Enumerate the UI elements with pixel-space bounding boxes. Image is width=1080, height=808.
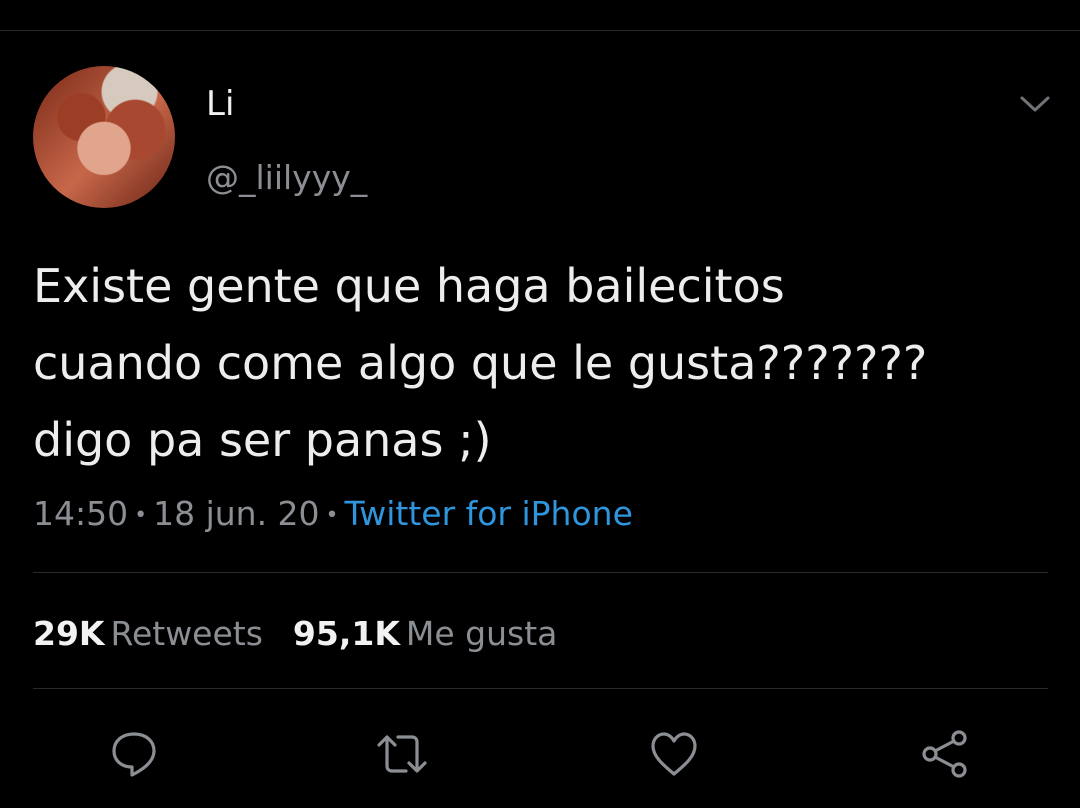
retweet-icon[interactable]: [376, 728, 428, 780]
tweet-time: 14:50: [33, 494, 129, 533]
tweet-line: Existe gente que haga bailecitos: [33, 259, 785, 313]
dot-separator: •: [325, 502, 339, 528]
divider: [33, 688, 1048, 689]
retweets-stat[interactable]: 29K Retweets: [33, 614, 263, 653]
chevron-down-icon[interactable]: [1018, 92, 1052, 116]
display-name[interactable]: Li: [206, 84, 234, 124]
tweet-date: 18 jun. 20: [153, 494, 320, 533]
dot-separator: •: [134, 502, 148, 528]
tweet-meta: 14:50 • 18 jun. 20 • Twitter for iPhone: [33, 492, 633, 538]
top-divider: [0, 30, 1080, 31]
heart-icon[interactable]: [648, 728, 700, 780]
reply-icon[interactable]: [108, 728, 160, 780]
divider: [33, 572, 1048, 573]
tweet-stats: 29K Retweets 95,1K Me gusta: [33, 612, 557, 656]
avatar[interactable]: [33, 66, 175, 208]
retweets-count: 29K: [33, 614, 105, 653]
likes-stat[interactable]: 95,1K Me gusta: [293, 614, 557, 653]
likes-label: Me gusta: [405, 614, 558, 653]
retweets-label: Retweets: [110, 614, 263, 653]
tweet-line: digo pa ser panas ;): [33, 413, 492, 467]
share-icon[interactable]: [918, 728, 970, 780]
user-handle[interactable]: @_liilyyy_: [206, 158, 367, 198]
tweet-line: cuando come algo que le gusta???????: [33, 336, 928, 390]
tweet-text: Existe gente que haga bailecitos cuando …: [33, 248, 1053, 479]
tweet-source-link[interactable]: Twitter for iPhone: [345, 494, 633, 533]
likes-count: 95,1K: [292, 614, 400, 653]
